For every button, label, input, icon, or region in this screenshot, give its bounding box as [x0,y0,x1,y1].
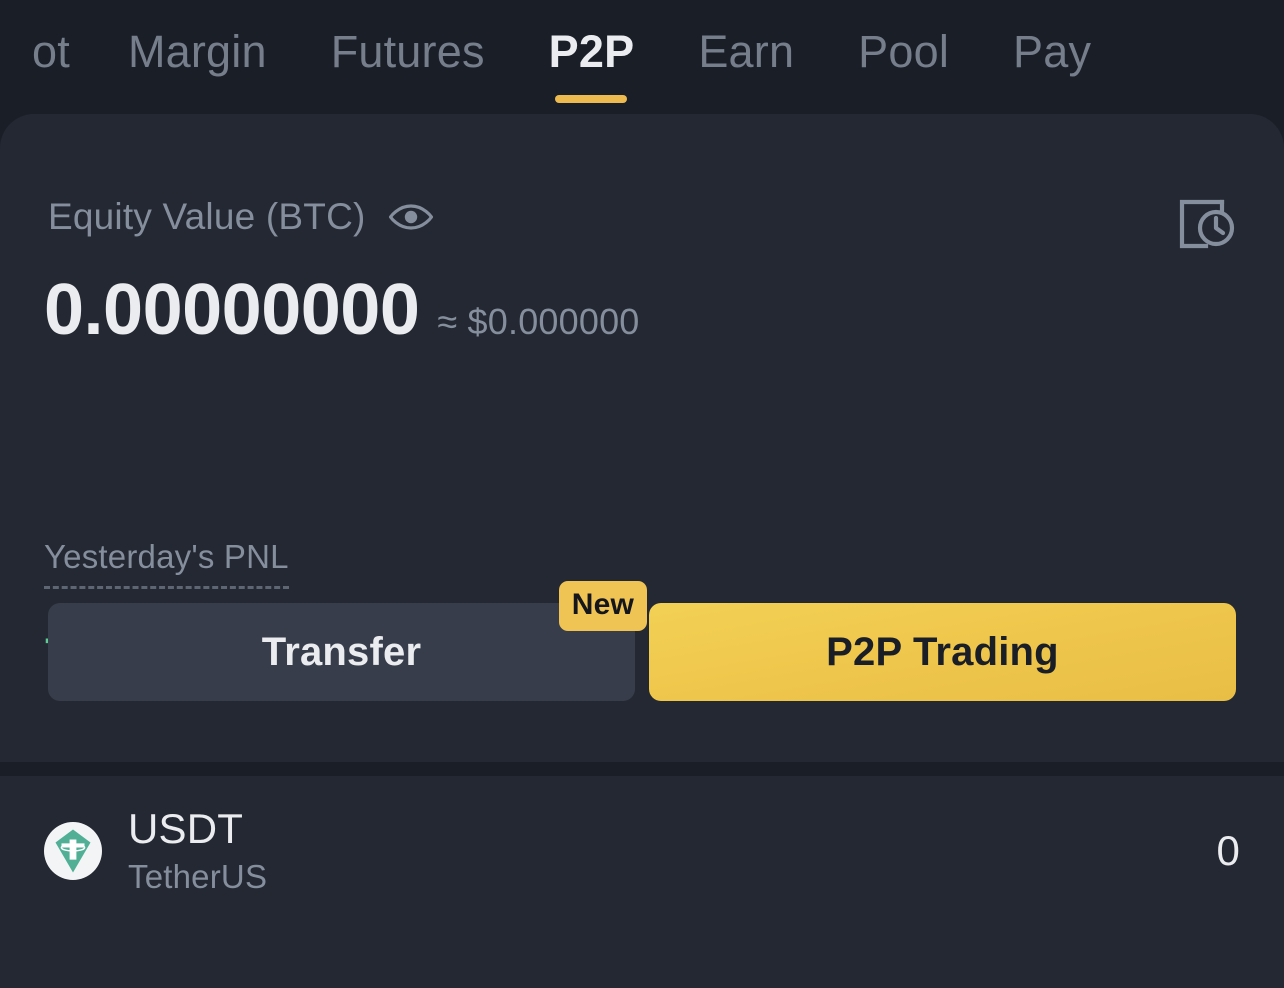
tab-label: Earn [698,26,795,77]
asset-list: USDT TetherUS 0 [0,776,1284,988]
eye-icon[interactable] [388,202,434,232]
asset-amount: 0 [1216,827,1240,874]
pnl-label: Yesterday's PNL [44,538,289,589]
list-item[interactable]: USDT TetherUS 0 [0,776,1284,926]
asset-fullname: TetherUS [128,857,268,895]
section-divider [0,762,1284,776]
equity-value-label: Equity Value (BTC) [48,196,366,237]
p2p-wallet-screen: ot Margin Futures P2P Earn Pool Pay Equi… [0,0,1284,988]
tab-label: Pool [858,26,950,77]
asset-names: USDT TetherUS [128,805,267,897]
action-buttons: Transfer New P2P Trading [48,581,1236,701]
tab-earn[interactable]: Earn [666,14,826,110]
equity-approx-value: ≈ $0.000000 [437,301,640,342]
p2p-trading-button-label: P2P Trading [826,629,1059,674]
tab-label: ot [32,26,70,77]
equity-header: Equity Value (BTC) [48,196,434,238]
tab-label: P2P [548,26,635,77]
transfer-button-label: Transfer [261,629,422,674]
equity-value-row: 0.00000000 ≈ $0.000000 [44,274,640,346]
tab-spot[interactable]: ot [32,14,96,110]
tab-active-underline [555,95,628,103]
tether-logo-icon [44,822,102,880]
asset-symbol: USDT [128,804,244,852]
p2p-trading-button[interactable]: P2P Trading [649,603,1236,701]
tab-pay[interactable]: Pay [981,14,1123,110]
tab-label: Pay [1013,26,1092,77]
order-history-icon[interactable] [1176,188,1236,252]
tab-label: Margin [127,26,267,77]
tab-p2p[interactable]: P2P [517,14,667,110]
equity-value: 0.00000000 [44,270,420,350]
transfer-button[interactable]: Transfer New [48,581,647,701]
equity-card: Equity Value (BTC) 0.00000000 ≈ $0.00000… [0,114,1284,762]
tab-pool[interactable]: Pool [826,14,981,110]
tab-futures[interactable]: Futures [299,14,517,110]
new-badge: New [558,581,647,631]
tab-margin[interactable]: Margin [96,14,299,110]
main-tab-bar: ot Margin Futures P2P Earn Pool Pay [0,0,1284,114]
tab-label: Futures [330,26,485,77]
